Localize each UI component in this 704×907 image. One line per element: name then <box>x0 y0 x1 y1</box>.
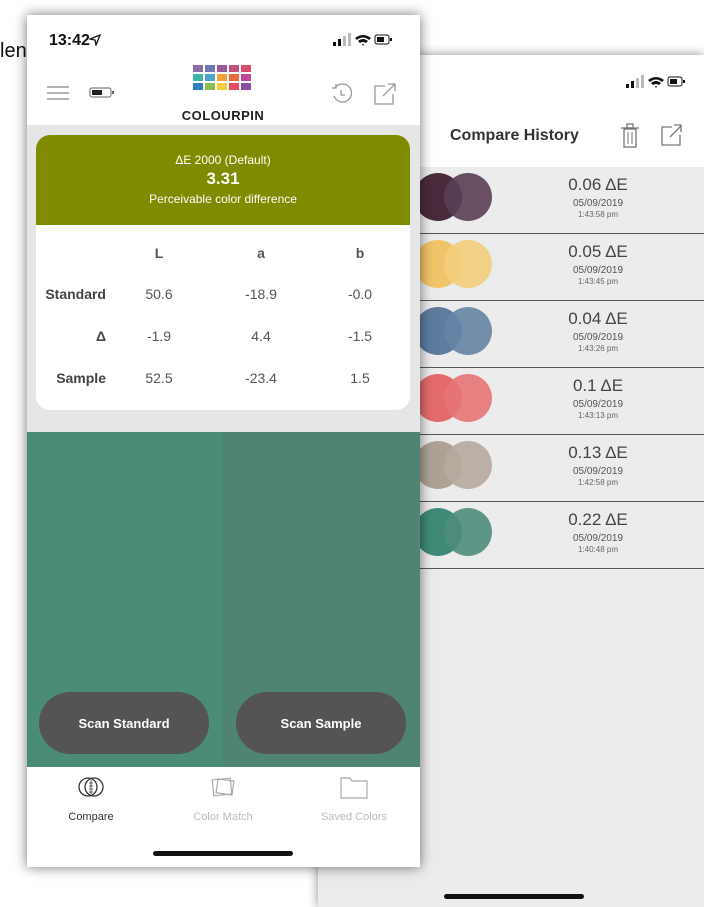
row-label-sample: Sample <box>56 370 106 386</box>
color-match-icon <box>211 777 235 797</box>
standard-a: -18.9 <box>245 286 277 302</box>
history-date: 05/09/2019 <box>572 198 624 209</box>
status-icons <box>626 75 685 88</box>
history-delta-e: 0.05 ΔE <box>568 242 628 261</box>
trash-icon[interactable] <box>620 123 640 149</box>
delta-a: 4.4 <box>251 328 271 344</box>
history-delta-e: 0.06 ΔE <box>568 175 628 194</box>
status-bar: 13:42 <box>27 15 420 65</box>
tab-label: Compare <box>68 811 114 823</box>
delta-e-metric: ΔE 2000 (Default) <box>175 153 271 167</box>
sample-swatch <box>444 240 492 288</box>
status-time: 13:42 <box>49 32 90 49</box>
history-time: 1:40:48 pm <box>577 545 619 554</box>
scan-sample-button[interactable]: Scan Sample <box>236 692 406 754</box>
standard-l: 50.6 <box>145 286 173 302</box>
delta-l: -1.9 <box>146 328 172 344</box>
compare-screen: 13:42 COLOURPIN ΔE 2000 (Default) 3.31 P… <box>27 15 420 867</box>
home-indicator[interactable] <box>444 894 584 899</box>
brand-name: COLOURPIN <box>181 108 265 123</box>
header-b: b <box>355 245 365 261</box>
device-battery-icon <box>89 87 114 98</box>
header-l: L <box>154 245 164 261</box>
share-icon[interactable] <box>660 123 682 147</box>
sample-a: -23.4 <box>245 370 277 386</box>
history-time: 1:43:26 pm <box>577 344 619 353</box>
history-time: 1:43:58 pm <box>577 210 619 219</box>
sample-swatch <box>444 374 492 422</box>
colourpin-logo-icon <box>193 65 251 90</box>
folder-icon <box>340 777 368 799</box>
tab-color-match[interactable]: Color Match <box>168 775 278 823</box>
history-title: Compare History <box>450 127 579 144</box>
history-date: 05/09/2019 <box>572 399 624 410</box>
history-date: 05/09/2019 <box>572 332 624 343</box>
row-label-standard: Standard <box>45 286 106 302</box>
history-date: 05/09/2019 <box>572 533 624 544</box>
sample-b: 1.5 <box>350 370 370 386</box>
delta-e-banner: ΔE 2000 (Default) 3.31 Perceivable color… <box>36 135 410 225</box>
tab-compare[interactable]: Compare <box>36 775 146 823</box>
sample-swatch <box>444 441 492 489</box>
sample-swatch <box>444 307 492 355</box>
history-time: 1:43:45 pm <box>577 277 619 286</box>
history-clock-icon[interactable] <box>331 83 353 105</box>
history-date: 05/09/2019 <box>572 466 624 477</box>
delta-e-value: 3.31 <box>206 169 240 188</box>
stray-text: len <box>0 40 27 62</box>
history-delta-e: 0.1 ΔE <box>572 376 624 395</box>
sample-l: 52.5 <box>145 370 173 386</box>
standard-b: -0.0 <box>347 286 373 302</box>
home-indicator[interactable] <box>153 851 293 856</box>
history-date: 05/09/2019 <box>572 265 624 276</box>
menu-icon[interactable] <box>47 85 69 101</box>
status-icons <box>333 33 392 46</box>
share-icon[interactable] <box>373 82 397 106</box>
sample-swatch <box>444 173 492 221</box>
history-delta-e: 0.22 ΔE <box>568 510 628 529</box>
delta-e-description: Perceivable color difference <box>149 192 297 206</box>
tab-bar: Compare Color Match Saved Colors <box>27 767 420 867</box>
result-card: ΔE 2000 (Default) 3.31 Perceivable color… <box>36 135 410 410</box>
tab-saved-colors[interactable]: Saved Colors <box>299 775 409 823</box>
history-time: 1:43:13 pm <box>577 411 619 420</box>
sample-swatch <box>444 508 492 556</box>
header-a: a <box>257 245 265 261</box>
compare-icon <box>78 777 104 797</box>
row-label-delta: Δ <box>95 328 106 344</box>
history-delta-e: 0.04 ΔE <box>568 309 628 328</box>
tab-label: Saved Colors <box>320 811 388 823</box>
delta-b: -1.5 <box>347 328 373 344</box>
scan-standard-button[interactable]: Scan Standard <box>39 692 209 754</box>
tab-label: Color Match <box>193 811 253 823</box>
location-arrow-icon <box>89 34 101 46</box>
history-time: 1:42:58 pm <box>577 478 619 487</box>
history-delta-e: 0.13 ΔE <box>568 443 628 462</box>
